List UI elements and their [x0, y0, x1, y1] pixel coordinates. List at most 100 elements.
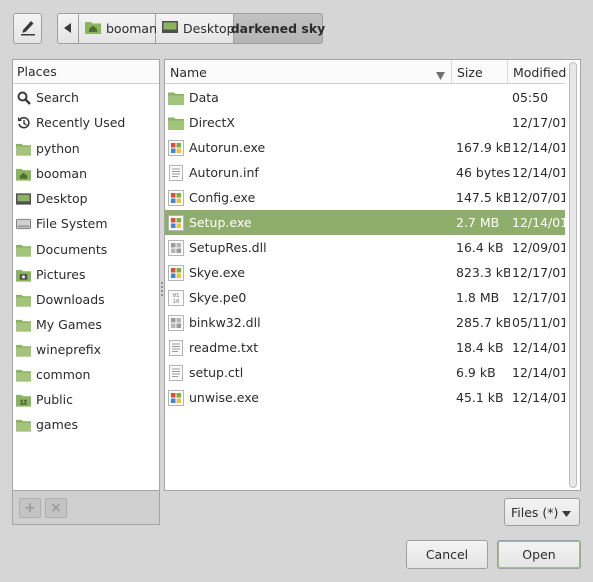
file-name-cell: Setup.exe: [168, 210, 450, 235]
file-size-cell: 46 bytes: [456, 165, 510, 180]
file-row[interactable]: Skye.exe 823.3 kB 12/17/01: [165, 260, 565, 285]
sidebar-item-label: Documents: [36, 242, 108, 257]
file-row[interactable]: Autorun.exe 167.9 kB 12/14/01: [165, 135, 565, 160]
file-row[interactable]: readme.txt 18.4 kB 12/14/01: [165, 335, 565, 360]
file-name-cell: setup.ctl: [168, 360, 450, 385]
column-header-name[interactable]: Name: [165, 60, 452, 84]
file-row[interactable]: 01 10 Skye.pe0 1.8 MB 12/17/01: [165, 285, 565, 310]
folder-icon: [168, 90, 184, 106]
sidebar-item-wineprefix[interactable]: wineprefix: [13, 337, 159, 362]
desktop-icon: [162, 20, 178, 37]
sidebar-item-label: booman: [36, 166, 87, 181]
file-row[interactable]: binkw32.dll 285.7 kB 05/11/01: [165, 310, 565, 335]
file-modified-cell: 12/17/01: [512, 115, 565, 130]
sort-down-icon: [436, 68, 445, 83]
dll-icon: [168, 314, 184, 331]
file-modified-cell: 12/17/01: [512, 265, 565, 280]
search-icon: [16, 90, 31, 105]
edit-location-button[interactable]: [13, 13, 42, 44]
sidebar-item-public[interactable]: Public: [13, 387, 159, 412]
file-row[interactable]: Data 05:50: [165, 85, 565, 110]
sidebar-item-downloads[interactable]: Downloads: [13, 287, 159, 312]
drive-icon: [16, 216, 31, 231]
sidebar-item-label: games: [36, 417, 78, 432]
exe-icon: [168, 139, 184, 156]
folder-icon: [16, 342, 31, 357]
sidebar-item-games[interactable]: games: [13, 412, 159, 437]
file-name-cell: Autorun.inf: [168, 160, 450, 185]
sidebar-item-label: Downloads: [36, 292, 105, 307]
exe-icon: [168, 389, 184, 406]
file-name-cell: 01 10 Skye.pe0: [168, 285, 450, 310]
desktop-icon: [16, 191, 31, 206]
dll-icon: [168, 239, 184, 256]
scrollbar-thumb[interactable]: [569, 62, 577, 488]
file-modified-cell: 05/11/01: [512, 315, 565, 330]
file-row[interactable]: DirectX 12/17/01: [165, 110, 565, 135]
sidebar-item-pictures[interactable]: Pictures: [13, 262, 159, 287]
file-size-cell: 1.8 MB: [456, 290, 500, 305]
folder-icon: [16, 292, 31, 307]
sidebar-item-recently-used[interactable]: Recently Used: [13, 110, 159, 135]
exe-icon: [168, 214, 184, 231]
column-header-size[interactable]: Size: [452, 60, 508, 84]
file-row[interactable]: unwise.exe 45.1 kB 12/14/01: [165, 385, 565, 410]
file-row[interactable]: Setup.exe 2.7 MB 12/14/01: [165, 210, 565, 235]
file-name-cell: Data: [168, 85, 450, 110]
file-modified-cell: 12/17/01: [512, 290, 565, 305]
file-name-cell: readme.txt: [168, 335, 450, 360]
sidebar-item-label: wineprefix: [36, 342, 102, 357]
folder-icon: [16, 141, 31, 156]
places-header[interactable]: Places: [13, 60, 159, 84]
sidebar-item-label: Public: [36, 392, 73, 407]
file-row[interactable]: Autorun.inf 46 bytes 12/14/01: [165, 160, 565, 185]
file-size-cell: 18.4 kB: [456, 340, 504, 355]
breadcrumb-darkened-sky[interactable]: darkened sky: [230, 13, 326, 44]
breadcrumb-label: darkened sky: [230, 21, 326, 36]
file-modified-cell: 12/14/01: [512, 140, 565, 155]
file-size-cell: 16.4 kB: [456, 240, 504, 255]
folder-icon: [16, 417, 31, 432]
file-modified-cell: 12/14/01: [512, 390, 565, 405]
file-size-cell: [456, 85, 510, 110]
column-header-modified[interactable]: Modified: [508, 60, 566, 84]
sidebar-item-label: common: [36, 367, 91, 382]
open-button[interactable]: Open: [497, 540, 581, 569]
remove-bookmark-button[interactable]: ×: [45, 498, 67, 518]
file-row[interactable]: Config.exe 147.5 kB 12/07/01: [165, 185, 565, 210]
sidebar-item-my-games[interactable]: My Games: [13, 312, 159, 337]
sidebar-item-documents[interactable]: Documents: [13, 237, 159, 262]
breadcrumb-booman[interactable]: booman: [79, 13, 157, 44]
file-list-scrollbar[interactable]: [567, 62, 579, 489]
file-size-cell: [456, 110, 510, 135]
breadcrumb-label: Desktop: [183, 21, 235, 36]
places-sidebar: Places Search Recently Used python booman De…: [12, 59, 160, 491]
triangle-down-icon: [562, 505, 571, 520]
file-size-cell: 2.7 MB: [456, 215, 500, 230]
path-back-button[interactable]: [57, 13, 79, 44]
file-row[interactable]: SetupRes.dll 16.4 kB 12/09/01: [165, 235, 565, 260]
file-row[interactable]: setup.ctl 6.9 kB 12/14/01: [165, 360, 565, 385]
add-bookmark-button[interactable]: +: [19, 498, 41, 518]
folder-icon: [16, 367, 31, 382]
cancel-button[interactable]: Cancel: [406, 540, 488, 569]
breadcrumb-desktop[interactable]: Desktop: [156, 13, 235, 44]
file-size-cell: 823.3 kB: [456, 265, 510, 280]
file-modified-cell: 05:50: [512, 90, 549, 105]
folder-icon: [168, 115, 184, 131]
recent-icon: [16, 115, 31, 130]
sidebar-item-python[interactable]: python: [13, 136, 159, 161]
home-folder-icon: [85, 20, 101, 37]
svg-text:10: 10: [173, 299, 180, 305]
sidebar-item-common[interactable]: common: [13, 362, 159, 387]
sidebar-item-file-system[interactable]: File System: [13, 211, 159, 236]
exe-icon: [168, 264, 184, 281]
file-name-cell: Skye.exe: [168, 260, 450, 285]
file-filter-select[interactable]: Files (*): [504, 498, 580, 526]
sidebar-item-search[interactable]: Search: [13, 85, 159, 110]
pencil-icon: [20, 18, 36, 39]
file-list: Name Size Modified Data 05:50 DirectX 12/17…: [164, 59, 581, 491]
sidebar-item-booman[interactable]: booman: [13, 161, 159, 186]
file-modified-cell: 12/07/01: [512, 190, 565, 205]
sidebar-item-desktop[interactable]: Desktop: [13, 186, 159, 211]
